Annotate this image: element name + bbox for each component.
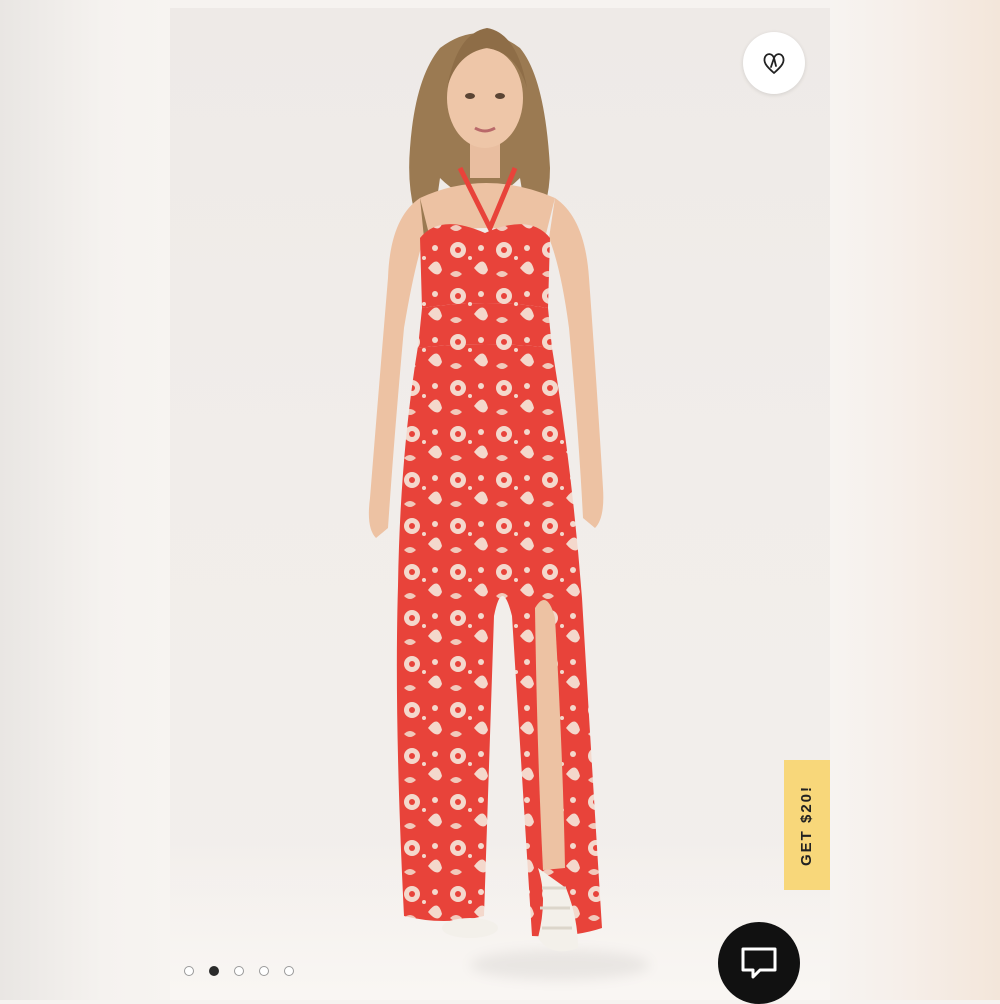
carousel-dot[interactable] <box>284 966 294 976</box>
carousel-dot[interactable] <box>234 966 244 976</box>
right-backdrop <box>830 0 1000 1000</box>
promo-tab[interactable]: GET $20! <box>784 760 830 890</box>
promo-label: GET $20! <box>798 784 816 866</box>
heart-icon <box>763 53 785 74</box>
chat-icon <box>741 947 777 979</box>
model-in-dress-photo <box>368 28 604 952</box>
carousel-dot[interactable] <box>259 966 269 976</box>
carousel-dot[interactable] <box>184 966 194 976</box>
left-backdrop <box>0 0 170 1000</box>
product-image[interactable] <box>170 8 830 1000</box>
carousel-indicators <box>184 966 294 976</box>
wishlist-button[interactable] <box>743 32 805 94</box>
carousel-dot-active[interactable] <box>209 966 219 976</box>
chat-button[interactable] <box>718 922 800 1004</box>
